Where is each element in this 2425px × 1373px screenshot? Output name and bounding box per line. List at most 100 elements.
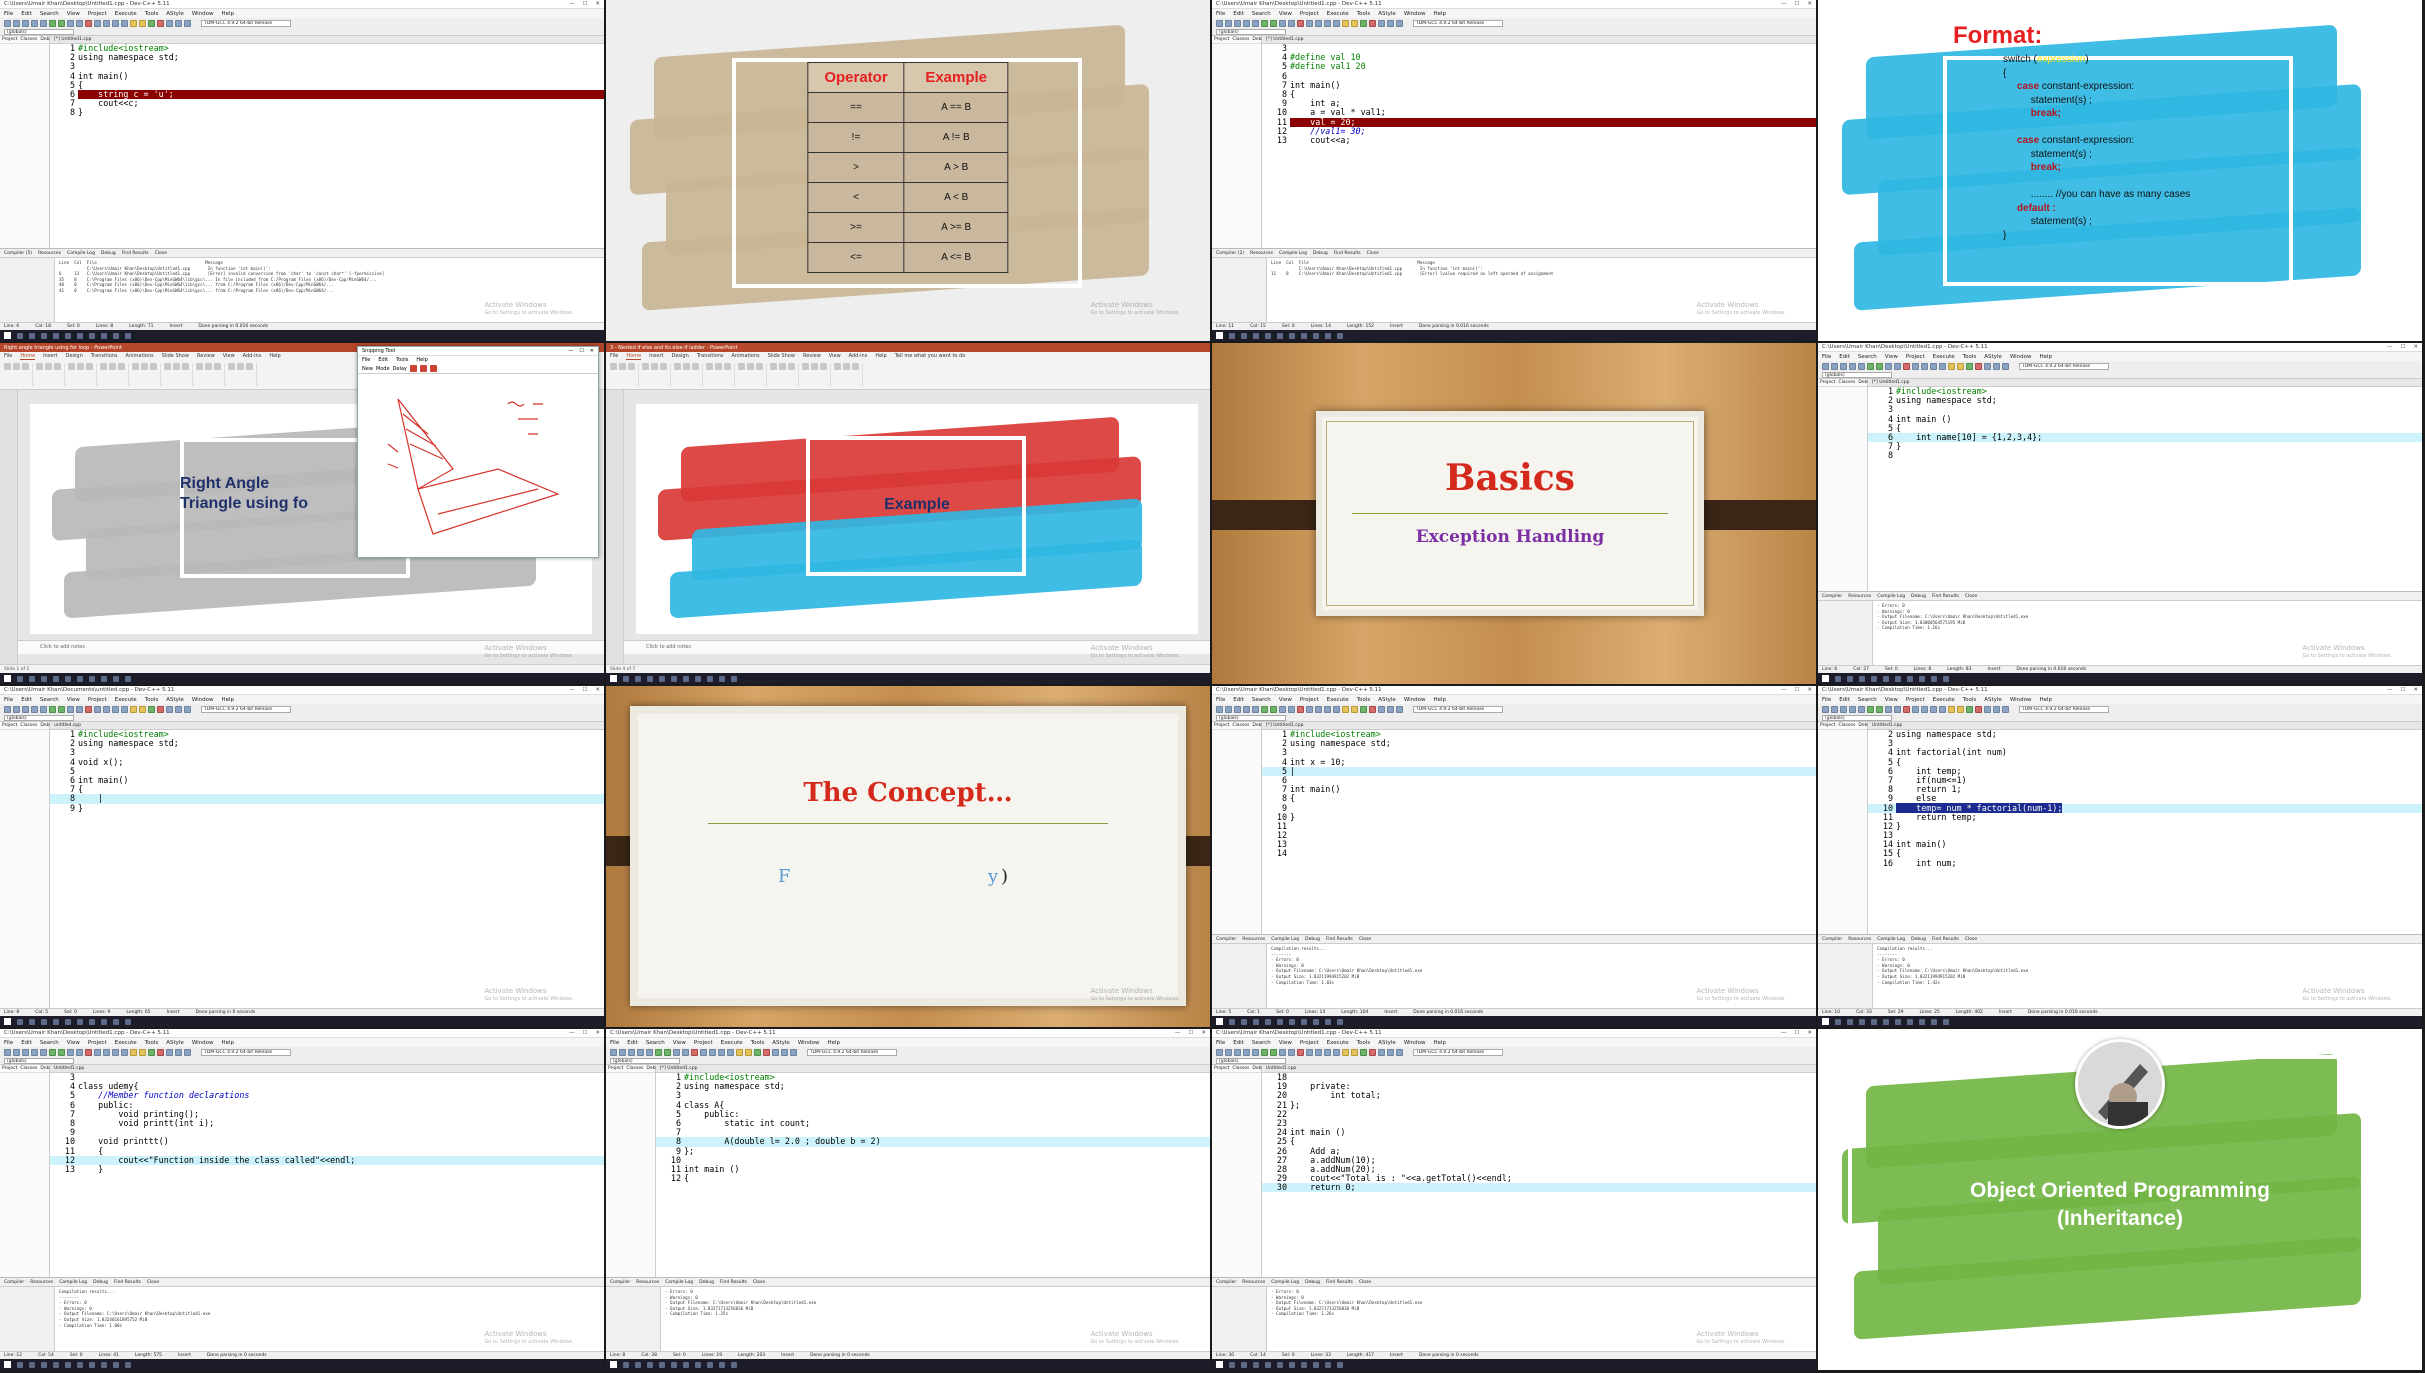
- tab-classes[interactable]: Classes: [1232, 1066, 1249, 1071]
- menu-item-edit[interactable]: Edit: [627, 1040, 638, 1046]
- tab-project[interactable]: Project: [1820, 723, 1835, 728]
- code-line[interactable]: 25{: [1262, 1137, 1816, 1146]
- menu-item-help[interactable]: Help: [2040, 697, 2053, 703]
- menu-item-execute[interactable]: Execute: [1933, 697, 1955, 703]
- menu-item-file[interactable]: File: [1216, 11, 1225, 17]
- code-line[interactable]: 4 int x = 10;: [1262, 757, 1816, 767]
- ribbon-tab[interactable]: Home: [626, 353, 642, 360]
- taskbar-app-icon[interactable]: [1835, 1018, 1841, 1025]
- video-thumbnail-tile[interactable]: Operator Example == A == B != A != B > A > B < A …: [606, 0, 1210, 341]
- check-icon[interactable]: [1378, 705, 1385, 713]
- menu-item-tools[interactable]: Tools: [1963, 697, 1977, 703]
- compile-run-icon[interactable]: [121, 19, 128, 27]
- profile-icon[interactable]: [157, 705, 164, 713]
- maximize-button[interactable]: ☐: [1794, 1030, 1799, 1036]
- taskbar-app-icon[interactable]: [77, 332, 83, 339]
- print-icon[interactable]: [1261, 19, 1268, 27]
- taskbar-app-icon[interactable]: [719, 1361, 725, 1368]
- output-tab[interactable]: Compiler: [1822, 937, 1842, 942]
- file-tab[interactable]: [*] Untitled1.cpp: [1262, 722, 1816, 730]
- file-tab[interactable]: [*] Untitled1.cpp: [656, 1065, 1210, 1073]
- taskbar-app-icon[interactable]: [695, 1361, 701, 1368]
- save-all-icon[interactable]: [1849, 362, 1856, 370]
- output-tab[interactable]: Compile Log: [1271, 1280, 1299, 1285]
- print-icon[interactable]: [49, 19, 56, 27]
- ribbon-tab[interactable]: Tell me what you want to do: [895, 353, 966, 359]
- taskbar-app-icon[interactable]: [623, 675, 629, 682]
- menu-item-window[interactable]: Window: [2010, 697, 2032, 703]
- output-tab[interactable]: Resources: [1242, 1280, 1265, 1285]
- code-line[interactable]: 7 int main(): [1262, 784, 1816, 794]
- menu-item-astyle[interactable]: AStyle: [166, 1040, 184, 1046]
- maximize-button[interactable]: ☐: [582, 1, 587, 7]
- taskbar-app-icon[interactable]: [659, 675, 665, 682]
- replace-icon[interactable]: [1297, 705, 1304, 713]
- save-all-icon[interactable]: [31, 1048, 38, 1056]
- menu-item-view[interactable]: View: [67, 1040, 80, 1046]
- taskbar-app-icon[interactable]: [731, 1361, 737, 1368]
- menu-item-project[interactable]: Project: [1300, 1040, 1319, 1046]
- menu-item-help[interactable]: Help: [1434, 1040, 1447, 1046]
- open-icon[interactable]: [13, 705, 20, 713]
- code-text[interactable]: using namespace std;: [1896, 395, 1997, 405]
- stop-icon[interactable]: [148, 705, 155, 713]
- output-tab[interactable]: Resources: [38, 251, 61, 256]
- menu-item-search[interactable]: Search: [1858, 697, 1877, 703]
- video-thumbnail-tile[interactable]: Object Oriented Programming (Inheritance): [1818, 1029, 2422, 1370]
- code-line[interactable]: 8 void printt(int i);: [50, 1118, 604, 1128]
- windows-start-icon[interactable]: [1822, 675, 1829, 682]
- menu-item-search[interactable]: Search: [1858, 354, 1877, 360]
- close-file-icon[interactable]: [1858, 362, 1865, 370]
- code-text[interactable]: {: [1290, 793, 1295, 803]
- redo-icon[interactable]: [673, 1048, 680, 1056]
- minimize-button[interactable]: —: [1781, 1, 1787, 7]
- undo-icon[interactable]: [664, 1048, 671, 1056]
- taskbar-app-icon[interactable]: [53, 675, 59, 682]
- code-text[interactable]: int main(): [78, 775, 128, 785]
- indent-icon[interactable]: [1387, 1048, 1394, 1056]
- goto-icon[interactable]: [1912, 362, 1919, 370]
- output-tab[interactable]: Resources: [1242, 937, 1265, 942]
- check-icon[interactable]: [166, 1048, 173, 1056]
- windows-start-icon[interactable]: [610, 1361, 617, 1368]
- code-text[interactable]: A(double l= 2.0 ; double b = 2): [684, 1136, 880, 1146]
- menu-item-window[interactable]: Window: [192, 11, 214, 17]
- menu-item-project[interactable]: Project: [1906, 354, 1925, 360]
- ribbon-command-icon[interactable]: [182, 363, 189, 370]
- snip-tool[interactable]: Mode: [376, 366, 390, 372]
- new-file-icon[interactable]: [4, 705, 11, 713]
- taskbar-app-icon[interactable]: [65, 1361, 71, 1368]
- save-icon[interactable]: [1234, 19, 1241, 27]
- indent-icon[interactable]: [1993, 705, 2000, 713]
- unindent-icon[interactable]: [790, 1048, 797, 1056]
- snip-menu-item[interactable]: Help: [416, 357, 427, 363]
- taskbar-app-icon[interactable]: [1241, 332, 1247, 339]
- run-icon[interactable]: [1324, 19, 1331, 27]
- ribbon-command-icon[interactable]: [692, 363, 699, 370]
- save-icon[interactable]: [1234, 1048, 1241, 1056]
- taskbar-app-icon[interactable]: [17, 1361, 23, 1368]
- unindent-icon[interactable]: [1396, 705, 1403, 713]
- ribbon-tab[interactable]: Design: [671, 353, 688, 359]
- taskbar-app-icon[interactable]: [101, 1361, 107, 1368]
- taskbar-app-icon[interactable]: [17, 1018, 23, 1025]
- stop-icon[interactable]: [1966, 362, 1973, 370]
- tab-project[interactable]: Project: [1820, 380, 1835, 385]
- ribbon-command-icon[interactable]: [118, 363, 125, 370]
- tab-classes[interactable]: Classes: [1232, 723, 1249, 728]
- open-icon[interactable]: [1225, 19, 1232, 27]
- taskbar-app-icon[interactable]: [1301, 1361, 1307, 1368]
- debug-icon[interactable]: [1957, 362, 1964, 370]
- redo-icon[interactable]: [67, 705, 74, 713]
- menu-item-file[interactable]: File: [1822, 697, 1831, 703]
- tab-project[interactable]: Project: [2, 1066, 17, 1071]
- ribbon-tab[interactable]: Transitions: [91, 353, 118, 359]
- video-thumbnail-tile[interactable]: C:\Users\Umair Khan\Desktop\Untitled1.cp…: [1212, 686, 1816, 1027]
- ribbon-tab[interactable]: Animations: [732, 353, 760, 359]
- ribbon-command-icon[interactable]: [68, 363, 75, 370]
- new-file-icon[interactable]: [610, 1048, 617, 1056]
- open-icon[interactable]: [13, 19, 20, 27]
- menu-item-edit[interactable]: Edit: [21, 697, 32, 703]
- profile-icon[interactable]: [1369, 1048, 1376, 1056]
- video-thumbnail-tile[interactable]: Format: switch (expression){ case constan…: [1818, 0, 2422, 341]
